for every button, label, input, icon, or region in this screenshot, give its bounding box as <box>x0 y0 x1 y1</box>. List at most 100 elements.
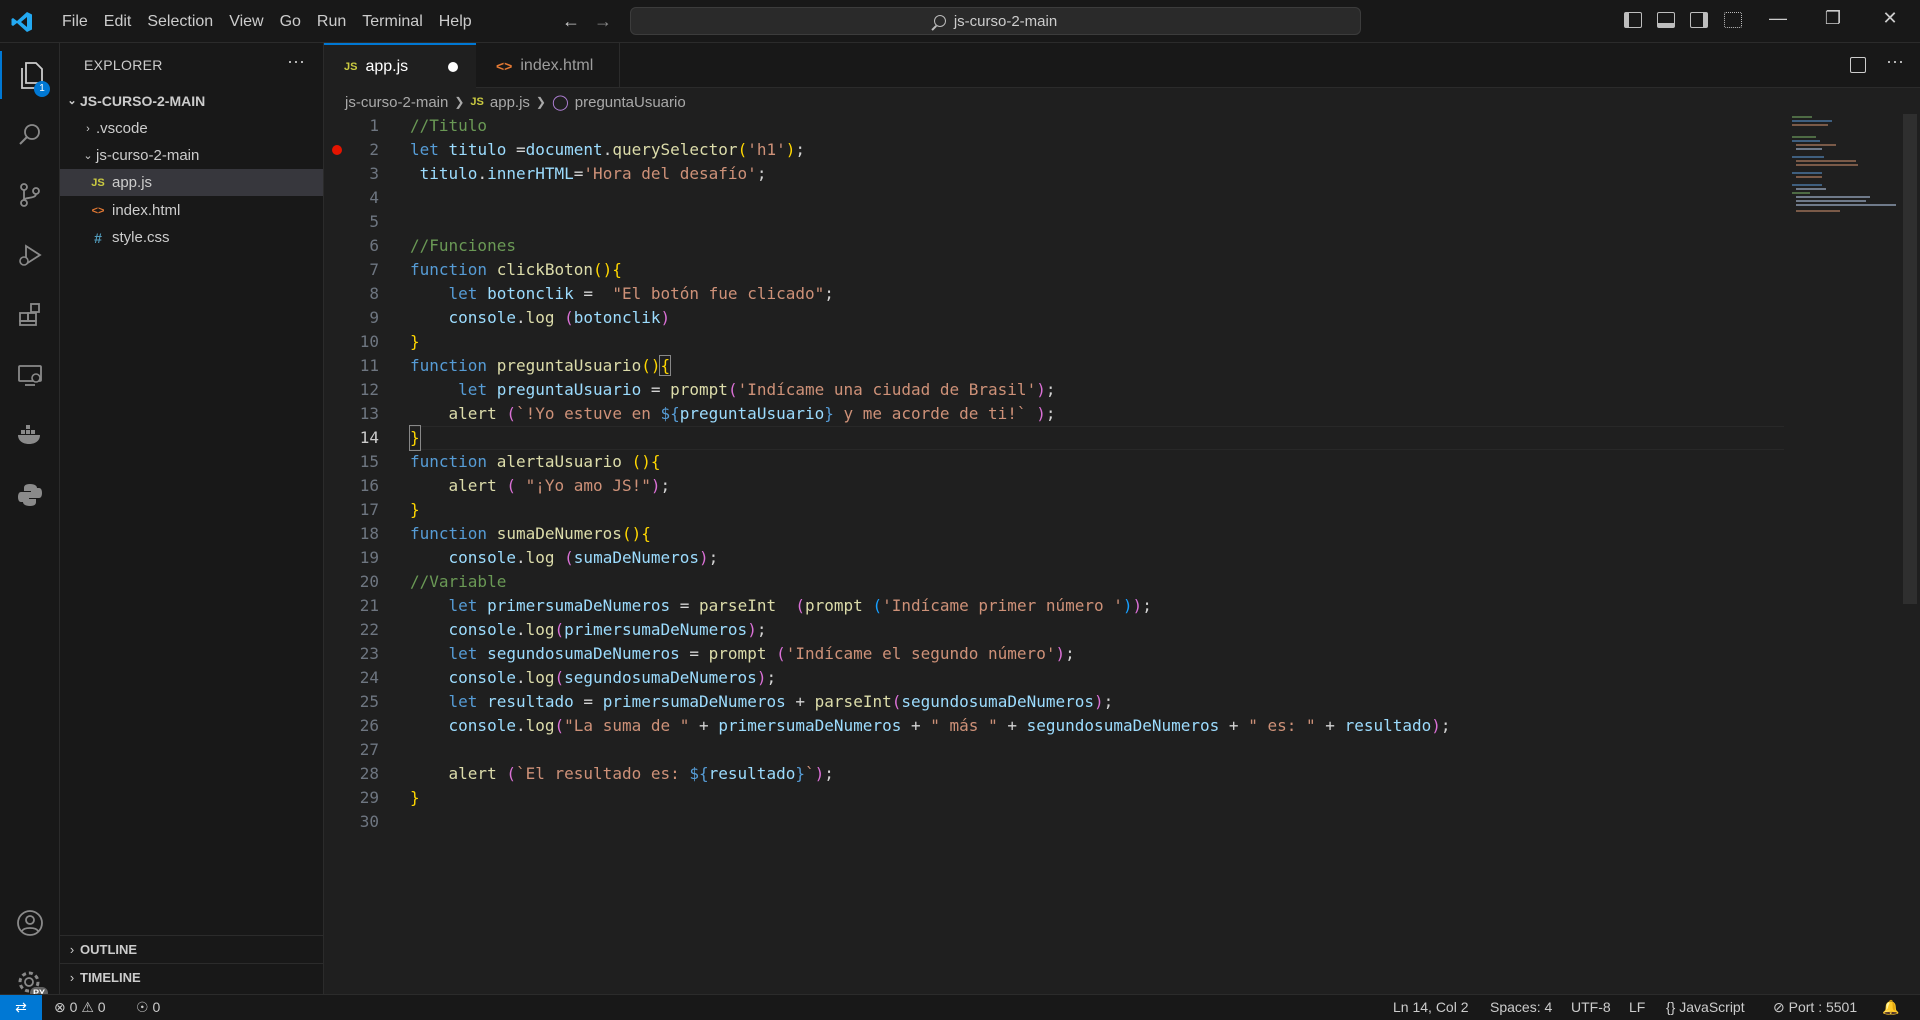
menu-run[interactable]: Run <box>309 13 354 31</box>
accounts-activity[interactable] <box>0 899 60 947</box>
breadcrumb: js-curso-2-main ❯ JS app.js ❯ ◯ pregunta… <box>345 90 686 114</box>
tab-index-html[interactable]: <> index.html <box>476 43 620 88</box>
code-line: let resultado = primersumaDeNumeros + pa… <box>448 692 1114 711</box>
code-line: let segundosumaDeNumeros = prompt ('Indí… <box>448 644 1075 663</box>
menu-file[interactable]: File <box>54 13 96 31</box>
more-actions-icon[interactable]: ··· <box>1886 51 1904 72</box>
error-icon: ⊗ <box>54 999 66 1015</box>
problems-indicator[interactable]: ⊗ 0 ⚠ 0 <box>54 999 106 1016</box>
toggle-primary-sidebar-icon[interactable] <box>1624 12 1642 28</box>
menu-help[interactable]: Help <box>431 13 480 31</box>
js-file-icon: JS <box>470 96 484 108</box>
search-activity[interactable] <box>0 111 60 159</box>
warning-count: 0 <box>97 999 106 1015</box>
customize-layout-icon[interactable] <box>1724 12 1742 28</box>
line-number: 30 <box>359 812 379 831</box>
account-icon <box>17 910 43 936</box>
timeline-label: TIMELINE <box>80 969 141 985</box>
line-number: 25 <box>359 692 379 711</box>
close-window-icon[interactable]: ✕ <box>1870 8 1910 29</box>
line-number: 13 <box>359 404 379 423</box>
explorer-activity[interactable]: 1 <box>0 51 60 99</box>
outline-label: OUTLINE <box>80 941 138 957</box>
html-file-icon: <> <box>91 204 105 217</box>
chevron-down-icon: ⌄ <box>67 95 77 107</box>
breadcrumb-folder[interactable]: js-curso-2-main <box>345 94 448 111</box>
docker-activity[interactable] <box>0 411 60 459</box>
editor-tabs: JS app.js <> index.html ··· <box>324 43 1920 88</box>
line-number: 5 <box>369 212 379 231</box>
menu-terminal[interactable]: Terminal <box>354 13 430 31</box>
forward-arrow-icon[interactable]: → <box>594 11 612 32</box>
chevron-down-icon: ⌄ <box>83 150 93 162</box>
live-server-port[interactable]: ⊘ Port : 5501 <box>1773 999 1857 1016</box>
notifications-bell-icon[interactable]: 🔔 <box>1882 999 1899 1016</box>
editor-scrollbar[interactable] <box>1903 114 1917 604</box>
split-editor-icon[interactable] <box>1850 57 1866 73</box>
line-number: 22 <box>359 620 379 639</box>
python-activity[interactable] <box>0 471 60 519</box>
breadcrumb-symbol[interactable]: preguntaUsuario <box>575 94 686 111</box>
cursor-position[interactable]: Ln 14, Col 2 <box>1393 999 1469 1015</box>
error-count: 0 <box>69 999 78 1015</box>
minimap[interactable] <box>1788 114 1908 214</box>
code-line: let titulo =document.querySelector('h1')… <box>410 140 806 159</box>
tree-item-label: style.css <box>112 229 170 246</box>
breadcrumb-file[interactable]: app.js <box>490 94 530 111</box>
more-actions-icon[interactable]: ··· <box>287 51 305 72</box>
command-center-search[interactable]: js-curso-2-main <box>630 7 1361 35</box>
line-number: 11 <box>359 356 379 375</box>
chevron-right-icon: › <box>69 941 75 957</box>
unsaved-dot-icon[interactable] <box>448 62 458 72</box>
line-number: 19 <box>359 548 379 567</box>
line-number: 29 <box>359 788 379 807</box>
line-number: 8 <box>369 284 379 303</box>
encoding[interactable]: UTF-8 <box>1571 999 1611 1015</box>
tab-app-js[interactable]: JS app.js <box>324 43 476 88</box>
run-debug-activity[interactable] <box>0 231 60 279</box>
language-mode[interactable]: {} JavaScript <box>1666 999 1745 1015</box>
menu-edit[interactable]: Edit <box>96 13 140 31</box>
toggle-panel-icon[interactable] <box>1657 12 1675 28</box>
tree-item-vscode[interactable]: › .vscode <box>60 115 323 142</box>
chevron-right-icon: ❯ <box>454 95 465 109</box>
workspace-root[interactable]: ⌄ JS-CURSO-2-MAIN <box>60 87 323 114</box>
line-number: 10 <box>359 332 379 351</box>
remote-explorer-activity[interactable] <box>0 351 60 399</box>
line-number: 6 <box>369 236 379 255</box>
indentation[interactable]: Spaces: 4 <box>1490 999 1552 1015</box>
tree-item-app-js[interactable]: JS app.js <box>60 169 323 196</box>
line-number: 21 <box>359 596 379 615</box>
menu-selection[interactable]: Selection <box>139 13 221 31</box>
tree-item-label: .vscode <box>96 120 148 137</box>
outline-section[interactable]: › OUTLINE <box>60 935 323 962</box>
code-line: alert (`!Yo estuve en ${preguntaUsuario}… <box>448 404 1056 423</box>
timeline-section[interactable]: › TIMELINE <box>60 963 323 990</box>
end-of-line[interactable]: LF <box>1629 999 1645 1015</box>
toggle-secondary-sidebar-icon[interactable] <box>1690 12 1708 28</box>
tree-item-js-curso-2-main[interactable]: ⌄ js-curso-2-main <box>60 142 323 169</box>
chevron-right-icon: ❯ <box>535 95 546 109</box>
minimize-icon[interactable]: — <box>1758 8 1798 29</box>
title-bar: File Edit Selection View Go Run Terminal… <box>0 0 1920 43</box>
extensions-activity[interactable] <box>0 291 60 339</box>
tab-label: app.js <box>365 57 409 75</box>
code-editor[interactable]: 1 //Titulo 2 let titulo =document.querySel… <box>324 114 1784 831</box>
back-arrow-icon[interactable]: ← <box>562 11 580 32</box>
restore-icon[interactable]: ❐ <box>1813 8 1853 29</box>
ports-indicator[interactable]: ☉ 0 <box>136 999 160 1016</box>
code-line: console.log (botonclik) <box>448 308 671 327</box>
menu-view[interactable]: View <box>221 13 271 31</box>
remote-explorer-icon <box>18 365 42 386</box>
code-line: let preguntaUsuario = prompt('Indícame u… <box>458 380 1056 399</box>
code-line: console.log(primersumaDeNumeros); <box>448 620 767 639</box>
line-number: 17 <box>359 500 379 519</box>
source-control-activity[interactable] <box>0 171 60 219</box>
symbol-function-icon: ◯ <box>551 94 569 111</box>
tree-item-index-html[interactable]: <> index.html <box>60 197 323 224</box>
tree-item-style-css[interactable]: # style.css <box>60 224 323 251</box>
remote-indicator-icon[interactable]: ⇄ <box>0 995 42 1020</box>
code-line: function clickBoton(){ <box>410 260 622 279</box>
menu-go[interactable]: Go <box>272 13 309 31</box>
chevron-right-icon: › <box>86 122 90 135</box>
